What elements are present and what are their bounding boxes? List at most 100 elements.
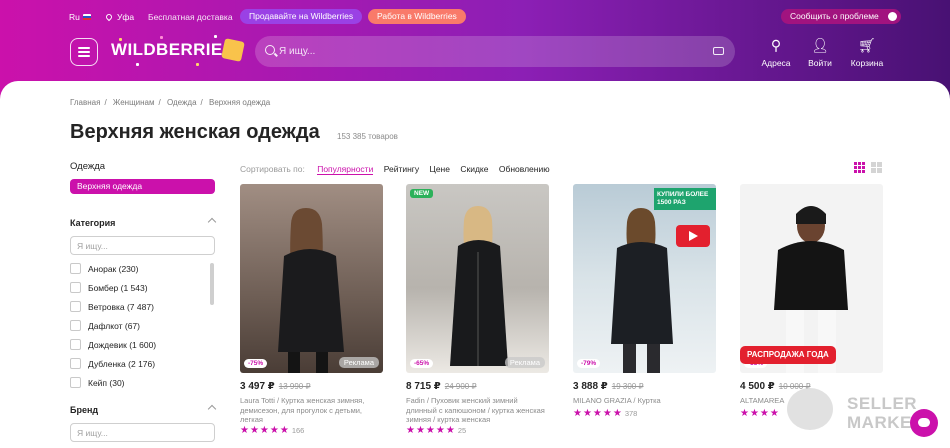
new-badge: NEW	[410, 189, 434, 198]
old-price: 19 300 ₽	[611, 382, 644, 391]
cart-label: Корзина	[850, 58, 884, 68]
category-checkbox[interactable]: Дождевик (1 600)	[70, 339, 156, 350]
product-card[interactable]: NEW -65% Реклама 8 715 ₽24 900 ₽ Fadin /…	[406, 184, 549, 436]
discount-badge: -79%	[577, 359, 601, 368]
logo[interactable]: WILDBERRIES	[111, 40, 234, 60]
sort-update[interactable]: Обновлению	[499, 164, 550, 174]
login-button[interactable]: 👤︎ Войти	[795, 37, 845, 68]
sort-rating[interactable]: Рейтингу	[384, 164, 419, 174]
cart-icon: 🛒︎	[858, 37, 876, 53]
checkbox[interactable]	[70, 339, 81, 350]
product-name[interactable]: Fadin / Пуховик женский зимний длинный с…	[406, 396, 549, 425]
product-price: 3 497 ₽13 990 ₽	[240, 381, 383, 392]
category-label: Дождевик (1 600)	[88, 340, 157, 350]
grid-large-view-icon[interactable]	[871, 162, 882, 173]
location-pin-icon	[104, 12, 114, 22]
report-problem-button[interactable]: Сообщить о проблеме	[781, 9, 901, 24]
confetti-decoration	[196, 63, 199, 66]
filter-brand-header[interactable]: Бренд	[70, 404, 217, 415]
product-rating: ★★★★★ 378	[573, 408, 716, 419]
product-price: 3 888 ₽19 300 ₽	[573, 381, 716, 392]
model-silhouette	[278, 208, 344, 373]
addresses-label: Адреса	[761, 58, 791, 68]
login-label: Войти	[808, 58, 832, 68]
category-checkbox[interactable]: Ветровка (7 487)	[70, 301, 154, 312]
confetti-decoration	[136, 63, 139, 66]
camera-search-icon[interactable]	[713, 47, 724, 55]
chevron-up-icon	[207, 217, 217, 227]
search-bar	[255, 36, 735, 67]
sale-of-year-button[interactable]: РАСПРОДАЖА ГОДА	[740, 346, 836, 364]
category-checkbox[interactable]: Дубленка (2 176)	[70, 358, 155, 369]
sidebar-section-clothes[interactable]: Одежда	[70, 161, 105, 172]
current-price: 4 500 ₽	[740, 381, 775, 392]
category-search-input[interactable]	[70, 236, 215, 255]
filter-scrollbar[interactable]	[210, 263, 214, 305]
checkbox[interactable]	[70, 301, 81, 312]
gift-bag-icon	[221, 38, 245, 62]
breadcrumb-women[interactable]: Женщинам	[113, 98, 155, 107]
language-label: Ru	[69, 12, 80, 22]
sort-price[interactable]: Цене	[430, 164, 450, 174]
language-switch[interactable]: Ru	[69, 12, 91, 22]
free-delivery-link[interactable]: Бесплатная доставка	[148, 12, 233, 22]
product-name[interactable]: MILANO GRAZIA / Куртка	[573, 396, 716, 408]
ad-label: Реклама	[504, 357, 545, 368]
breadcrumb-clothes[interactable]: Одежда	[167, 98, 197, 107]
grid-small-view-icon[interactable]	[854, 162, 865, 173]
category-checkbox[interactable]: Анорак (230)	[70, 263, 138, 274]
product-photo[interactable]: -75% Реклама	[240, 184, 383, 373]
product-photo[interactable]: КУПИЛИ БОЛЕЕ 1500 РАЗ -79%	[573, 184, 716, 373]
sort-discount[interactable]: Скидке	[460, 164, 488, 174]
breadcrumb-outerwear: Верхняя одежда	[208, 98, 271, 107]
burger-line	[78, 47, 90, 49]
product-name[interactable]: Laura Totti / Куртка женская зимняя, дем…	[240, 396, 383, 425]
current-price: 8 715 ₽	[406, 381, 441, 392]
sidebar-item-outerwear[interactable]: Верхняя одежда	[70, 179, 215, 194]
chat-support-button[interactable]	[910, 409, 938, 437]
current-price: 3 497 ₽	[240, 381, 275, 392]
checkbox[interactable]	[70, 377, 81, 388]
category-checkbox[interactable]: Дафлкот (67)	[70, 320, 140, 331]
location-pin-icon: ⚲	[770, 37, 782, 53]
review-count: 378	[624, 409, 638, 418]
product-count: 153 385 товаров	[337, 132, 398, 141]
brand-search-input[interactable]	[70, 423, 215, 442]
checkbox[interactable]	[70, 282, 81, 293]
filter-category-title: Категория	[70, 218, 116, 228]
checkbox[interactable]	[70, 263, 81, 274]
category-checkbox[interactable]: Бомбер (1 543)	[70, 282, 148, 293]
current-price: 3 888 ₽	[573, 381, 608, 392]
product-card[interactable]: -55% 4 500 ₽10 000 ₽ ALTAMAREA ★★★★	[740, 184, 883, 419]
category-label: Бомбер (1 543)	[88, 283, 148, 293]
search-icon[interactable]	[265, 45, 275, 55]
burger-line	[78, 51, 90, 53]
product-photo[interactable]: -55%	[740, 184, 883, 373]
category-label: Дубленка (2 176)	[88, 359, 156, 369]
sell-on-wb-button[interactable]: Продавайте на Wildberries	[240, 9, 363, 24]
star-icons: ★★★★★	[406, 425, 456, 436]
cart-button[interactable]: 🛒︎ Корзина	[842, 37, 892, 68]
sort-label: Сортировать по:	[240, 164, 305, 174]
video-play-icon[interactable]	[676, 225, 710, 247]
menu-button[interactable]	[70, 38, 98, 66]
promo-banner: КУПИЛИ БОЛЕЕ 1500 РАЗ	[654, 188, 716, 210]
search-input[interactable]	[279, 36, 699, 67]
product-card[interactable]: -75% Реклама 3 497 ₽13 990 ₽ Laura Totti…	[240, 184, 383, 436]
product-photo[interactable]: NEW -65% Реклама	[406, 184, 549, 373]
sort-popularity[interactable]: Популярности	[317, 164, 374, 175]
filter-category-header[interactable]: Категория	[70, 217, 217, 228]
checkbox[interactable]	[70, 320, 81, 331]
breadcrumb-home[interactable]: Главная	[70, 98, 100, 107]
breadcrumb: Главная / Женщинам / Одежда / Верхняя одежд…	[70, 98, 271, 107]
model-silhouette	[450, 206, 508, 366]
discount-badge: -65%	[410, 359, 434, 368]
category-checkbox[interactable]: Кейп (30)	[70, 377, 125, 388]
city-select[interactable]: Уфа	[104, 12, 134, 22]
star-icons: ★★★★★	[240, 425, 290, 436]
checkbox[interactable]	[70, 358, 81, 369]
work-at-wb-button[interactable]: Работа в Wildberries	[368, 9, 466, 24]
addresses-button[interactable]: ⚲ Адреса	[751, 37, 801, 68]
burger-line	[78, 55, 90, 57]
product-card[interactable]: КУПИЛИ БОЛЕЕ 1500 РАЗ -79% 3 888 ₽19 300…	[573, 184, 716, 419]
